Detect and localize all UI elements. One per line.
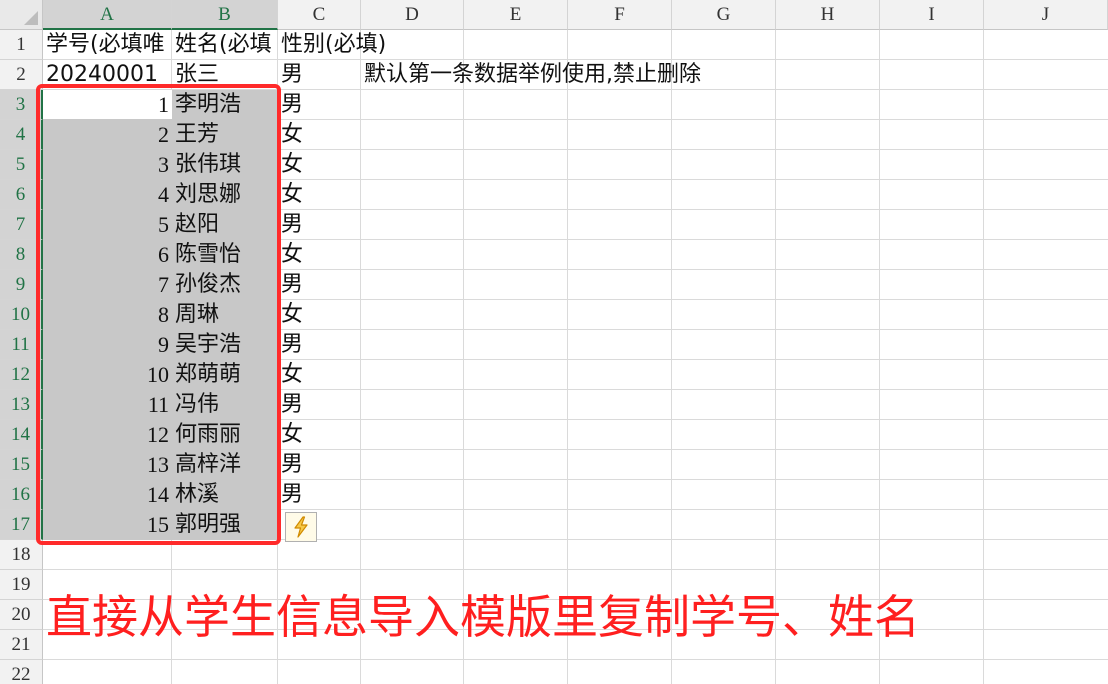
column-header-g[interactable]: G (672, 0, 776, 30)
column-header-a[interactable]: A (43, 0, 172, 30)
quick-analysis-button[interactable] (285, 512, 317, 542)
annotation-highlight-box (36, 84, 281, 545)
column-header-h[interactable]: H (776, 0, 880, 30)
cell-d2[interactable]: 默认第一条数据举例使用,禁止删除 (361, 60, 701, 90)
select-all-corner[interactable] (0, 0, 43, 30)
row-header-21[interactable]: 21 (0, 630, 43, 660)
cell-c16[interactable]: 男 (278, 480, 361, 510)
cell-c7[interactable]: 男 (278, 210, 361, 240)
column-header-e[interactable]: E (464, 0, 568, 30)
cell-c5[interactable]: 女 (278, 150, 361, 180)
column-header-f[interactable]: F (568, 0, 672, 30)
cell-c2[interactable]: 男 (278, 60, 361, 90)
cell-c13[interactable]: 男 (278, 390, 361, 420)
cell-b1[interactable]: 姓名(必填 (172, 30, 278, 60)
row-header-18[interactable]: 18 (0, 540, 43, 570)
cell-c9[interactable]: 男 (278, 270, 361, 300)
cell-c15[interactable]: 男 (278, 450, 361, 480)
column-header-b[interactable]: B (172, 0, 278, 30)
cell-c12[interactable]: 女 (278, 360, 361, 390)
cell-c14[interactable]: 女 (278, 420, 361, 450)
grid-line (983, 30, 984, 684)
cell-c3[interactable]: 男 (278, 90, 361, 120)
row-header-22[interactable]: 22 (0, 660, 43, 684)
column-header-c[interactable]: C (278, 0, 361, 30)
column-header-d[interactable]: D (361, 0, 464, 30)
cell-c8[interactable]: 女 (278, 240, 361, 270)
row-header-1[interactable]: 1 (0, 30, 43, 60)
spreadsheet: 学号(必填唯姓名(必填性别(必填)20240001张三男默认第一条数据举例使用,… (0, 0, 1108, 684)
column-header-j[interactable]: J (984, 0, 1108, 30)
cell-a1[interactable]: 学号(必填唯 (43, 30, 172, 60)
cell-c11[interactable]: 男 (278, 330, 361, 360)
cell-c4[interactable]: 女 (278, 120, 361, 150)
column-header-i[interactable]: I (880, 0, 984, 30)
cell-c10[interactable]: 女 (278, 300, 361, 330)
lightning-icon (294, 516, 308, 538)
cell-c1[interactable]: 性别(必填) (278, 30, 386, 60)
annotation-caption: 直接从学生信息导入模版里复制学号、姓名 (46, 590, 920, 644)
row-header-20[interactable]: 20 (0, 600, 43, 630)
cell-c6[interactable]: 女 (278, 180, 361, 210)
row-header-19[interactable]: 19 (0, 570, 43, 600)
